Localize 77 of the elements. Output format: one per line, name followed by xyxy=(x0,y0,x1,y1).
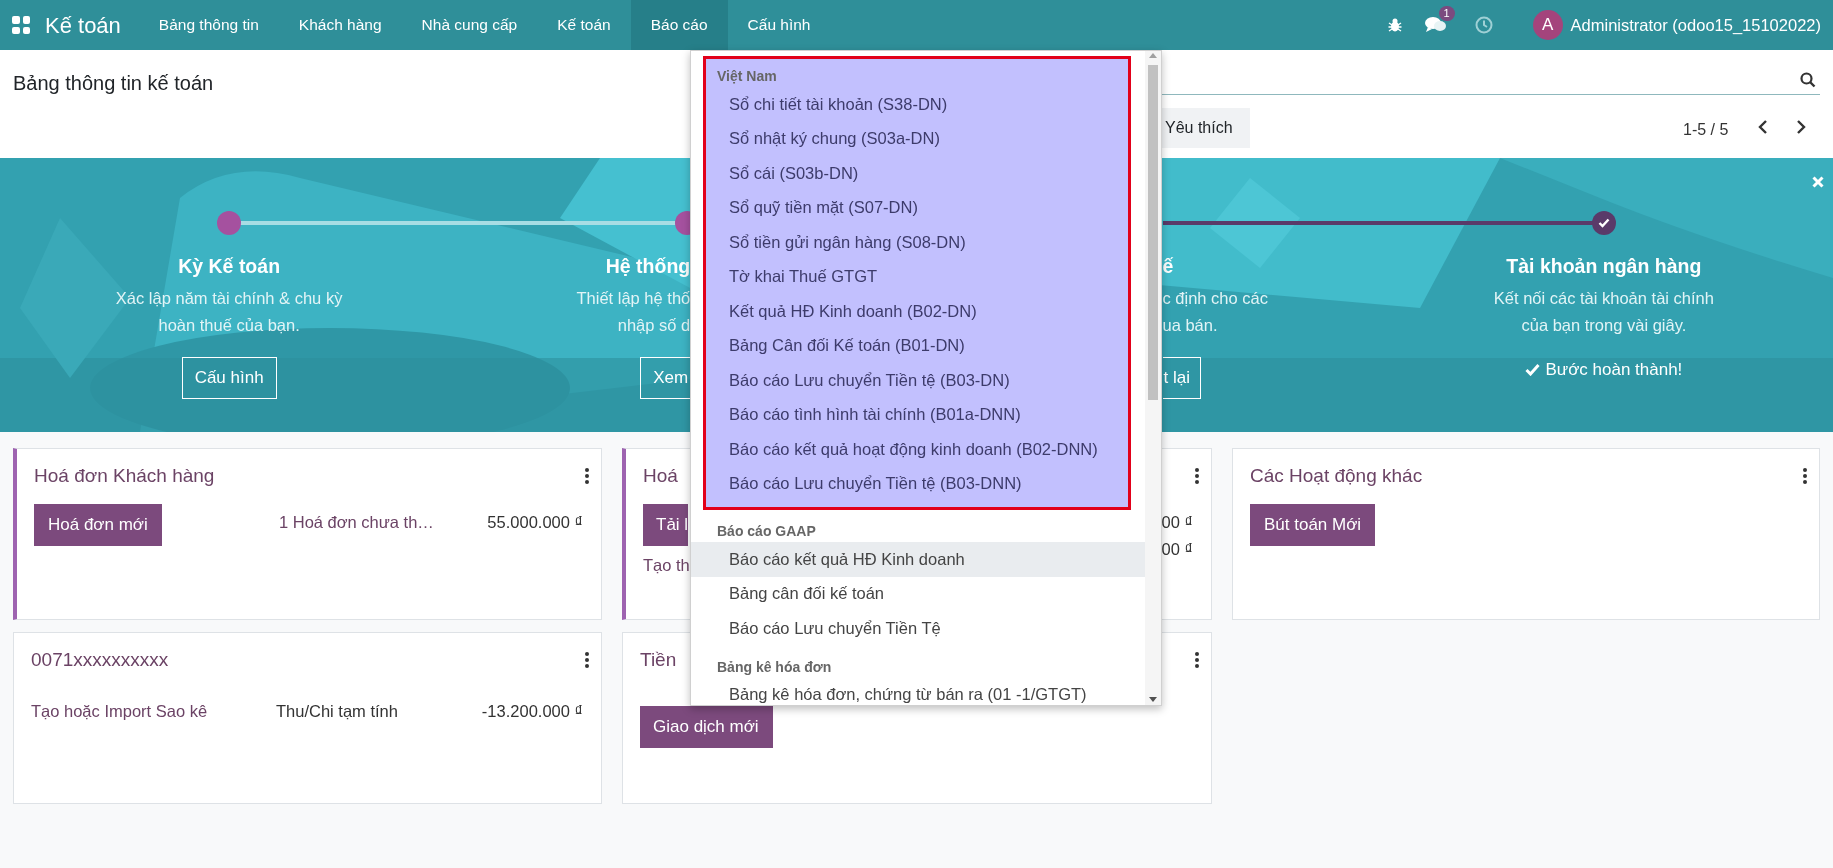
user-name[interactable]: Administrator (odoo15_15102022) xyxy=(1570,12,1821,38)
menu-item[interactable]: Sổ cái (S03b-DN) xyxy=(706,156,1128,191)
card-title[interactable]: Hoá đơn Khách hàng xyxy=(34,461,215,491)
step-description: Xác lập năm tài chính & chu kỳ xyxy=(115,288,343,309)
primary-button[interactable]: Bút toán Mới xyxy=(1250,504,1376,546)
card-title[interactable]: Tiền xyxy=(640,645,677,675)
page-title: Bảng thông tin kế toán xyxy=(13,71,214,96)
step-description: Thiết lập hệ thố xyxy=(576,288,691,309)
menu-item[interactable]: Bảng Cân đối Kế toán (B01-DN) xyxy=(706,328,1128,363)
amount-text: 00 ₫ xyxy=(1161,539,1193,560)
app-title[interactable]: Kế toán xyxy=(45,8,121,42)
more-options-icon[interactable] xyxy=(1195,652,1199,668)
menu-item[interactable]: Báo cáo tình hình tài chính (B01a-DNN) xyxy=(706,397,1128,432)
step-title: Tài khoản ngân hàng xyxy=(1506,254,1702,279)
menu-item[interactable]: Sổ chi tiết tài khoản (S38-DN) xyxy=(706,87,1128,122)
card-link[interactable]: 1 Hoá đơn chưa th… xyxy=(279,510,434,537)
card-title[interactable]: Các Hoạt động khác xyxy=(1250,461,1423,491)
amount-text: -13.200.000 ₫ xyxy=(481,701,583,722)
amount-text: 55.000.000 ₫ xyxy=(487,512,583,533)
menu-item[interactable]: Nhà cung cấp xyxy=(401,0,538,50)
card-link[interactable]: Tạo hoặc Import Sao kê xyxy=(31,699,208,724)
card-link[interactable]: Tạo th xyxy=(643,553,690,578)
more-options-icon[interactable] xyxy=(1803,468,1807,484)
more-options-icon[interactable] xyxy=(585,652,589,668)
menu-section-header: Báo cáo GAAP xyxy=(716,522,817,541)
search-icon[interactable] xyxy=(1800,71,1816,88)
favorites-button[interactable]: Yêu thích xyxy=(1162,108,1250,148)
pager-text: 1-5 / 5 xyxy=(1683,120,1729,140)
user-avatar[interactable]: A xyxy=(1532,10,1563,40)
previous-icon[interactable] xyxy=(1757,119,1769,135)
menu-item[interactable]: Báo cáo xyxy=(630,0,728,50)
step-description: c định cho các xyxy=(1162,288,1268,309)
step-button[interactable]: Cấu hình xyxy=(181,357,277,399)
menu-item[interactable]: Báo cáo Lưu chuyển Tiền tệ (B03-DN) xyxy=(706,363,1128,398)
card-label: Thu/Chi tạm tính xyxy=(276,701,398,722)
menu-item[interactable]: Bảng thông tin xyxy=(138,0,279,50)
menu-item[interactable]: Sổ nhật ký chung (S03a-DN) xyxy=(706,121,1128,156)
more-options-icon[interactable] xyxy=(1195,468,1199,484)
menu-item[interactable]: Báo cáo kết quả hoạt động kinh doanh (B02-DNN) xyxy=(706,432,1128,467)
chat-icon[interactable] xyxy=(1424,16,1447,34)
menu-item[interactable]: Sổ quỹ tiền mặt (S07-DN) xyxy=(706,190,1128,225)
check-icon xyxy=(1525,363,1541,377)
menu-item[interactable]: Báo cáo Lưu chuyển Tiền Tệ xyxy=(691,611,1145,646)
card-title[interactable]: Hoá xyxy=(643,461,678,491)
card-title[interactable]: 0071xxxxxxxxxx xyxy=(31,645,169,675)
step-title: Kỳ Kế toán xyxy=(178,254,281,279)
menu-item[interactable]: Báo cáo kết quả HĐ Kinh doanh xyxy=(691,542,1145,577)
menu-section-header: Việt Nam xyxy=(716,67,778,86)
menu-item[interactable]: Khách hàng xyxy=(278,0,402,50)
step-description: của bạn trong vài giây. xyxy=(1521,315,1687,336)
more-options-icon[interactable] xyxy=(585,468,589,484)
menu-item[interactable]: Tờ khai Thuế GTGT xyxy=(706,259,1128,294)
menu-item[interactable]: Cấu hình xyxy=(727,0,831,50)
menu-item[interactable]: Bảng cân đối kế toán xyxy=(691,576,1145,611)
menu-item[interactable]: Báo cáo Lưu chuyển Tiền tệ (B03-DNN) xyxy=(706,466,1128,501)
primary-button[interactable]: Hoá đơn mới xyxy=(34,504,162,546)
amount-text: 00 ₫ xyxy=(1161,512,1193,533)
scrollbar[interactable] xyxy=(1145,51,1161,705)
notification-badge: 1 xyxy=(1438,6,1455,21)
close-icon[interactable] xyxy=(1812,176,1824,188)
step-title: ế xyxy=(1162,254,1174,279)
bug-icon[interactable] xyxy=(1386,17,1403,33)
apps-menu-icon[interactable] xyxy=(12,16,30,34)
step-description: nhập số d xyxy=(617,315,691,336)
step-description: hoàn thuế của bạn. xyxy=(158,315,300,336)
primary-button[interactable]: Tải l xyxy=(643,504,689,546)
step-complete-text: Bước hoàn thành! xyxy=(1545,359,1683,381)
menu-section-header: Bảng kê hóa đơn xyxy=(716,657,833,677)
menu-item[interactable]: Kết quả HĐ Kinh doanh (B02-DN) xyxy=(706,294,1128,329)
primary-button[interactable]: Giao dịch mới xyxy=(640,706,773,748)
step-description: Kết nối các tài khoản tài chính xyxy=(1493,288,1714,309)
menu-item[interactable]: Kế toán xyxy=(537,0,631,50)
menu-item[interactable]: Bảng kê hóa đơn, chứng từ bán ra (01 -1/GTGT) xyxy=(691,677,1145,705)
step-description: ua bán. xyxy=(1162,315,1218,336)
next-icon[interactable] xyxy=(1795,119,1807,135)
menu-item[interactable]: Sổ tiền gửi ngân hàng (S08-DN) xyxy=(706,225,1128,260)
step-title: Hệ thống xyxy=(605,254,691,279)
